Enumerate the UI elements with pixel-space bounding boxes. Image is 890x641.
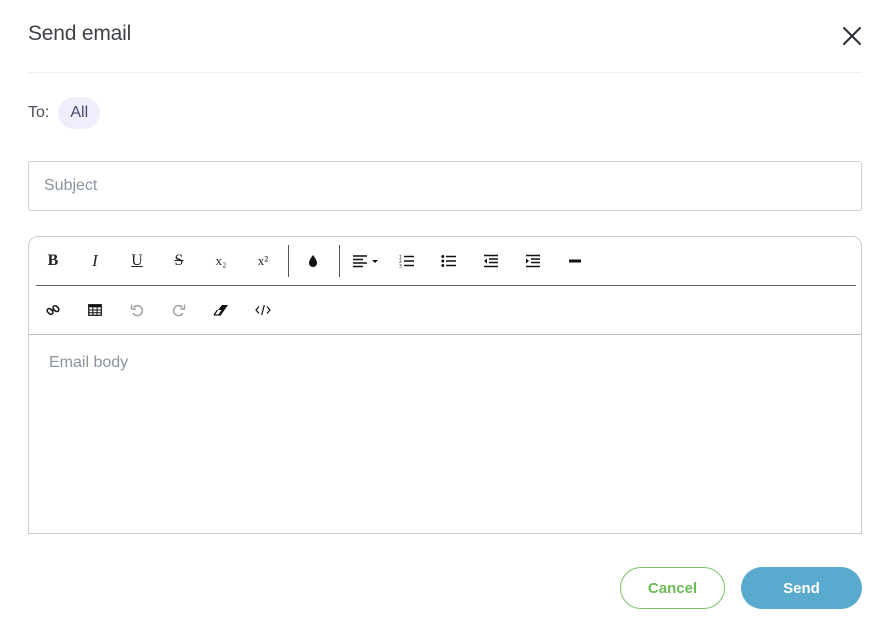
toolbar-row-1: B I U S x₂ x² 1 2 3 [29, 237, 861, 285]
table-icon [88, 304, 102, 316]
strikethrough-icon: S [174, 252, 184, 269]
outdent-button[interactable] [473, 243, 509, 279]
table-button[interactable] [77, 292, 113, 328]
strikethrough-button[interactable]: S [161, 243, 197, 279]
svg-text:3: 3 [399, 264, 402, 269]
send-email-dialog: Send email To: All B I U S [0, 0, 890, 641]
outdent-icon [484, 254, 498, 268]
italic-button[interactable]: I [77, 243, 113, 279]
bullet-list-button[interactable] [431, 243, 467, 279]
superscript-icon: x² [257, 253, 269, 268]
indent-icon [526, 254, 540, 268]
subject-input[interactable] [28, 161, 862, 211]
align-dropdown-button[interactable] [347, 243, 387, 279]
bold-button[interactable]: B [35, 243, 71, 279]
code-view-icon [255, 304, 271, 316]
send-button[interactable]: Send [741, 567, 862, 609]
redo-icon [172, 304, 186, 317]
recipients-row: To: All [28, 97, 101, 129]
text-color-icon [309, 255, 317, 267]
indent-button[interactable] [515, 243, 551, 279]
subscript-button[interactable]: x₂ [203, 243, 239, 279]
underline-icon: U [131, 252, 143, 269]
toolbar-row-2 [29, 286, 861, 334]
recipient-chip[interactable]: All [58, 97, 101, 129]
link-button[interactable] [35, 292, 71, 328]
align-dropdown-icon [353, 255, 378, 268]
undo-button[interactable] [119, 292, 155, 328]
text-color-button[interactable] [295, 243, 331, 279]
dialog-title: Send email [28, 22, 132, 45]
ordered-list-icon: 1 2 3 [399, 255, 414, 269]
cancel-button[interactable]: Cancel [620, 567, 725, 609]
code-view-button[interactable] [245, 292, 281, 328]
email-editor: B I U S x₂ x² 1 2 3 Email body [28, 236, 862, 534]
toolbar-divider [288, 245, 289, 277]
clear-format-button[interactable] [203, 292, 239, 328]
close-button[interactable] [840, 24, 864, 48]
to-label: To: [28, 104, 50, 121]
close-icon [843, 27, 861, 45]
link-icon [46, 304, 60, 316]
dialog-header: Send email [28, 0, 862, 73]
redo-button[interactable] [161, 292, 197, 328]
italic-icon: I [92, 251, 98, 270]
editor-toolbar: B I U S x₂ x² 1 2 3 [29, 237, 861, 335]
clear-format-icon [213, 305, 228, 316]
email-body-editor[interactable]: Email body [29, 336, 861, 533]
toolbar-divider [339, 245, 340, 277]
superscript-button[interactable]: x² [245, 243, 281, 279]
bullet-list-icon [441, 255, 456, 267]
undo-icon [130, 304, 144, 317]
bold-icon: B [47, 252, 59, 269]
horizontal-rule-button[interactable] [557, 243, 593, 279]
ordered-list-button[interactable]: 1 2 3 [389, 243, 425, 279]
horizontal-rule-icon [569, 259, 581, 263]
underline-button[interactable]: U [119, 243, 155, 279]
subscript-icon: x₂ [215, 253, 227, 268]
